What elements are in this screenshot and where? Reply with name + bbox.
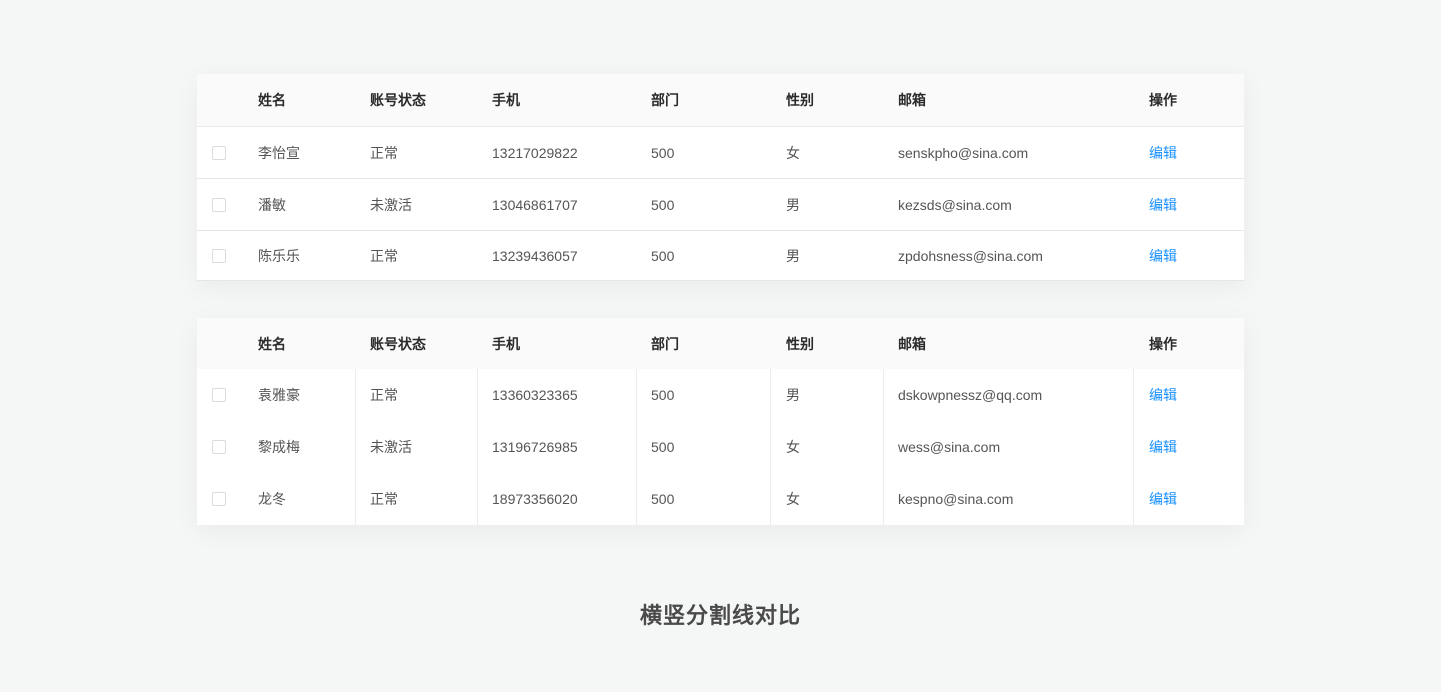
cell-name: 陈乐乐 [258, 248, 300, 264]
column-header-phone: 手机 [492, 335, 520, 352]
column-header-name: 姓名 [258, 92, 286, 108]
cell-status: 正常 [370, 491, 398, 507]
cell-dept: 500 [651, 491, 675, 507]
row-checkbox[interactable] [212, 197, 226, 212]
table-bottom-border [197, 280, 1244, 281]
cell-dept: 500 [651, 144, 675, 161]
column-header-phone: 手机 [492, 92, 520, 108]
row-checkbox[interactable] [212, 145, 226, 160]
cell-phone: 13239436057 [492, 248, 578, 264]
row-checkbox[interactable] [212, 388, 226, 402]
row-checkbox[interactable] [212, 440, 226, 454]
column-header-name: 姓名 [258, 335, 286, 352]
cell-phone: 13360323365 [492, 387, 578, 403]
edit-link[interactable]: 编辑 [1149, 421, 1177, 473]
edit-link[interactable]: 编辑 [1149, 369, 1177, 421]
cell-status: 正常 [370, 387, 398, 403]
cell-email: zpdohsness@sina.com [898, 248, 1043, 264]
table-horizontal-dividers: 姓名 账号状态 手机 部门 性别 邮箱 操作 李怡宣 正常 1321702982… [197, 74, 1244, 281]
cell-email: dskowpnessz@qq.com [898, 387, 1043, 403]
edit-link[interactable]: 编辑 [1149, 179, 1177, 230]
column-header-gender: 性别 [786, 335, 814, 352]
cell-phone: 13046861707 [492, 196, 578, 213]
cell-email: wess@sina.com [898, 439, 1001, 455]
column-header-gender: 性别 [786, 92, 814, 108]
cell-email: senskpho@sina.com [898, 144, 1029, 161]
table-vertical-dividers: 姓名 账号状态 手机 部门 性别 邮箱 操作 袁雅豪 正常 1336032336… [197, 318, 1244, 525]
column-header-status: 账号状态 [370, 335, 426, 352]
column-header-status: 账号状态 [370, 92, 426, 108]
cell-dept: 500 [651, 387, 675, 403]
column-header-email: 邮箱 [898, 335, 926, 352]
cell-gender: 男 [786, 196, 800, 213]
cell-dept: 500 [651, 248, 675, 264]
cell-status: 正常 [370, 144, 398, 161]
cell-name: 李怡宣 [258, 144, 300, 161]
table-header: 姓名 账号状态 手机 部门 性别 邮箱 操作 [197, 318, 1244, 369]
cell-status: 未激活 [370, 439, 412, 455]
row-checkbox[interactable] [212, 492, 226, 506]
column-header-email: 邮箱 [898, 92, 926, 108]
row-checkbox[interactable] [212, 249, 226, 263]
comparison-caption: 横竖分割线对比 [639, 603, 801, 628]
cell-gender: 男 [786, 248, 800, 264]
table-row: 袁雅豪 正常 13360323365 500 男 dskowpnessz@qq.… [197, 369, 1244, 421]
cell-phone: 13217029822 [492, 144, 578, 161]
edit-link[interactable]: 编辑 [1149, 473, 1177, 525]
table-row: 黎成梅 未激活 13196726985 500 女 wess@sina.com … [197, 421, 1244, 473]
edit-link[interactable]: 编辑 [1149, 127, 1177, 178]
cell-gender: 女 [786, 491, 800, 507]
column-header-dept: 部门 [651, 335, 679, 352]
table-row: 潘敏 未激活 13046861707 500 男 kezsds@sina.com… [197, 179, 1244, 230]
table-row: 龙冬 正常 18973356020 500 女 kespno@sina.com … [197, 473, 1244, 525]
cell-name: 龙冬 [258, 491, 286, 507]
column-header-action: 操作 [1149, 335, 1177, 352]
cell-email: kezsds@sina.com [898, 196, 1012, 213]
edit-link[interactable]: 编辑 [1149, 231, 1177, 281]
cell-email: kespno@sina.com [898, 491, 1014, 507]
cell-dept: 500 [651, 439, 675, 455]
column-header-action: 操作 [1149, 92, 1177, 108]
table-header: 姓名 账号状态 手机 部门 性别 邮箱 操作 [197, 74, 1244, 127]
cell-gender: 女 [786, 439, 800, 455]
cell-status: 未激活 [370, 196, 412, 213]
table-row: 李怡宣 正常 13217029822 500 女 senskpho@sina.c… [197, 127, 1244, 178]
cell-name: 潘敏 [258, 196, 286, 213]
cell-gender: 女 [786, 144, 800, 161]
cell-dept: 500 [651, 196, 675, 213]
column-header-dept: 部门 [651, 92, 679, 108]
cell-gender: 男 [786, 387, 800, 403]
table-row: 陈乐乐 正常 13239436057 500 男 zpdohsness@sina… [197, 231, 1244, 281]
cell-phone: 18973356020 [492, 491, 578, 507]
cell-name: 黎成梅 [258, 439, 300, 455]
cell-name: 袁雅豪 [258, 387, 300, 403]
cell-status: 正常 [370, 248, 398, 264]
cell-phone: 13196726985 [492, 439, 578, 455]
